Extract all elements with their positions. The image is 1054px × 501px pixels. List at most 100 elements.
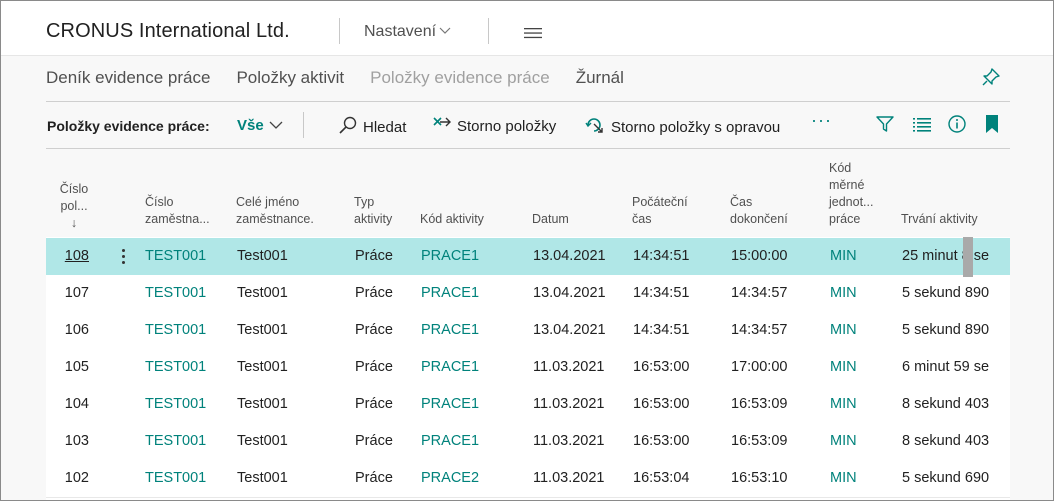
table-row[interactable]: 108 TEST001 Test001 Práce PRACE1 13.04.2021 14… xyxy=(46,238,1010,276)
row-actions-icon[interactable] xyxy=(116,246,130,266)
cell-activity-type: Práce xyxy=(355,322,393,338)
nav-item-activity-entries[interactable]: Položky aktivit xyxy=(236,68,344,92)
table-row[interactable]: 103 TEST001 Test001 Práce PRACE1 11.03.2021 16… xyxy=(46,423,1010,461)
search-button[interactable]: Hledat xyxy=(338,115,406,139)
cell-duration: 25 minut 8 se xyxy=(902,248,990,264)
cell-employee-no[interactable]: TEST001 xyxy=(145,470,225,486)
cell-date: 13.04.2021 xyxy=(533,285,606,301)
column-header-end-time[interactable]: Čas dokončení xyxy=(730,194,788,228)
cell-duration: 8 sekund 403 xyxy=(902,396,990,412)
column-header-uom[interactable]: Kód měrné jednot... práce xyxy=(829,160,873,228)
app-window: CRONUS International Ltd. Nastavení Dení… xyxy=(0,0,1054,501)
cell-start-time: 14:34:51 xyxy=(633,248,690,264)
cell-end-time: 14:34:57 xyxy=(731,285,788,301)
cell-entry-no[interactable]: 106 xyxy=(46,322,89,338)
cell-uom[interactable]: MIN xyxy=(830,285,880,301)
view-filter-value: Vše xyxy=(237,117,264,134)
cell-full-name: Test001 xyxy=(237,359,288,375)
nav-item-register[interactable]: Žurnál xyxy=(576,68,624,92)
column-header-activity-type[interactable]: Typ aktivity xyxy=(354,194,392,228)
header-divider xyxy=(488,18,489,44)
cell-activity-code[interactable]: PRACE2 xyxy=(421,470,511,486)
cell-start-time: 16:53:00 xyxy=(633,396,690,412)
cell-duration: 5 sekund 890 xyxy=(902,322,990,338)
vertical-scrollbar[interactable] xyxy=(963,237,973,277)
cell-duration: 5 sekund 690 xyxy=(902,470,990,486)
view-filter-dropdown[interactable]: Vše xyxy=(237,117,284,134)
cell-uom[interactable]: MIN xyxy=(830,248,880,264)
cell-start-time: 14:34:51 xyxy=(633,285,690,301)
hamburger-icon[interactable] xyxy=(523,26,543,44)
column-header-activity-code[interactable]: Kód aktivity xyxy=(420,211,484,228)
cell-end-time: 16:53:10 xyxy=(731,470,788,486)
redo-fix-icon xyxy=(584,115,606,139)
cell-employee-no[interactable]: TEST001 xyxy=(145,322,225,338)
cell-employee-no[interactable]: TEST001 xyxy=(145,433,225,449)
cell-entry-no[interactable]: 104 xyxy=(46,396,89,412)
cell-entry-no[interactable]: 107 xyxy=(46,285,89,301)
table-row[interactable]: 106 TEST001 Test001 Práce PRACE1 13.04.2021 14… xyxy=(46,312,1010,350)
cell-duration: 6 minut 59 se xyxy=(902,359,990,375)
table-row[interactable]: 107 TEST001 Test001 Práce PRACE1 13.04.2021 14… xyxy=(46,275,1010,313)
settings-label: Nastavení xyxy=(364,23,437,40)
column-header-date[interactable]: Datum xyxy=(532,211,569,228)
cell-uom[interactable]: MIN xyxy=(830,322,880,338)
table-row[interactable]: 102 TEST001 Test001 Práce PRACE2 11.03.2021 16… xyxy=(46,460,1010,498)
nav-divider xyxy=(46,101,1010,102)
cell-duration: 5 sekund 890 xyxy=(902,285,990,301)
cell-activity-code[interactable]: PRACE1 xyxy=(421,359,511,375)
company-name[interactable]: CRONUS International Ltd. xyxy=(46,20,290,43)
top-bar: CRONUS International Ltd. Nastavení xyxy=(1,1,1053,56)
cell-activity-type: Práce xyxy=(355,359,393,375)
search-button-label: Hledat xyxy=(363,118,407,136)
cell-start-time: 16:53:04 xyxy=(633,470,690,486)
cell-uom[interactable]: MIN xyxy=(830,396,880,412)
storno-entries-button[interactable]: Storno položky xyxy=(432,115,556,137)
cell-full-name: Test001 xyxy=(237,396,288,412)
storno-with-fix-button[interactable]: Storno položky s opravou xyxy=(584,115,780,139)
column-header-entry-no[interactable]: Číslo pol... ↓ xyxy=(52,181,96,232)
column-header-start-time[interactable]: Počáteční čas xyxy=(632,194,688,228)
cell-employee-no[interactable]: TEST001 xyxy=(145,359,225,375)
more-actions-button[interactable]: ··· xyxy=(811,110,832,131)
column-header-employee-no[interactable]: Číslo zaměstna... xyxy=(145,194,210,228)
table-row[interactable]: 105 TEST001 Test001 Práce PRACE1 11.03.2021 16… xyxy=(46,349,1010,387)
search-icon xyxy=(338,115,358,139)
pin-icon[interactable] xyxy=(981,67,1001,92)
header-divider xyxy=(339,18,340,44)
settings-menu[interactable]: Nastavení xyxy=(364,23,452,41)
cell-date: 11.03.2021 xyxy=(533,359,605,375)
page-nav: Deník evidence práce Položky aktivit Pol… xyxy=(46,68,624,92)
cell-start-time: 16:53:00 xyxy=(633,359,690,375)
bookmark-icon[interactable] xyxy=(984,114,1000,139)
cell-uom[interactable]: MIN xyxy=(830,359,880,375)
cell-start-time: 16:53:00 xyxy=(633,433,690,449)
info-icon[interactable] xyxy=(947,114,967,139)
cell-end-time: 17:00:00 xyxy=(731,359,788,375)
cell-activity-code[interactable]: PRACE1 xyxy=(421,433,511,449)
sort-arrow-icon: ↓ xyxy=(70,216,78,230)
cell-activity-code[interactable]: PRACE1 xyxy=(421,396,511,412)
action-divider xyxy=(303,112,304,138)
cell-employee-no[interactable]: TEST001 xyxy=(145,285,225,301)
filter-icon[interactable] xyxy=(875,114,895,139)
cell-entry-no[interactable]: 103 xyxy=(46,433,89,449)
cell-uom[interactable]: MIN xyxy=(830,433,880,449)
cell-entry-no[interactable]: 105 xyxy=(46,359,89,375)
cell-entry-no[interactable]: 102 xyxy=(46,470,89,486)
nav-item-journal[interactable]: Deník evidence práce xyxy=(46,68,210,92)
list-view-icon[interactable] xyxy=(912,114,932,139)
storno-entries-label: Storno položky xyxy=(457,117,557,135)
cell-employee-no[interactable]: TEST001 xyxy=(145,396,225,412)
dot xyxy=(122,261,125,264)
column-header-duration[interactable]: Trvání aktivity xyxy=(901,211,978,228)
column-header-full-name[interactable]: Celé jméno zaměstnance. xyxy=(236,194,314,228)
cell-employee-no[interactable]: TEST001 xyxy=(145,248,225,264)
cell-activity-code[interactable]: PRACE1 xyxy=(421,248,511,264)
cell-entry-no[interactable]: 108 xyxy=(46,248,89,264)
cell-uom[interactable]: MIN xyxy=(830,470,880,486)
nav-item-time-entries[interactable]: Položky evidence práce xyxy=(370,68,550,92)
cell-activity-code[interactable]: PRACE1 xyxy=(421,285,511,301)
cell-activity-code[interactable]: PRACE1 xyxy=(421,322,511,338)
table-row[interactable]: 104 TEST001 Test001 Práce PRACE1 11.03.2021 16… xyxy=(46,386,1010,424)
